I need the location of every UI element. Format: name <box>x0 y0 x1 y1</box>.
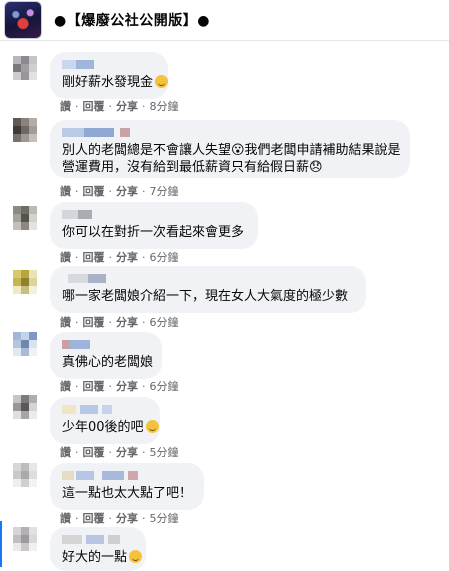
comment-actions: 讚 · 回覆 · 分享 · 6分鐘 <box>60 314 179 330</box>
reply-button[interactable]: 回覆 <box>83 249 105 265</box>
laughing-face-icon <box>129 550 143 563</box>
comment-timestamp[interactable]: 8分鐘 <box>150 98 179 114</box>
reply-button[interactable]: 回覆 <box>83 444 105 460</box>
comment-timestamp[interactable]: 7分鐘 <box>150 183 179 199</box>
comment-text: 好大的一點 <box>62 549 143 566</box>
like-button[interactable]: 讚 <box>60 510 71 526</box>
like-button[interactable]: 讚 <box>60 444 71 460</box>
commenter-name-blurred[interactable] <box>62 470 192 483</box>
comment-bubble: 少年00後的吧 <box>50 397 160 444</box>
comment-text: 剛好薪水發現金 <box>62 74 169 91</box>
commenter-name-blurred[interactable] <box>62 59 156 72</box>
commenter-name-blurred[interactable] <box>62 273 354 286</box>
comment-timestamp[interactable]: 6分鐘 <box>150 249 179 265</box>
commenter-name-blurred[interactable] <box>62 339 150 352</box>
comment-text: 這一點也太大點了吧！ <box>62 486 193 501</box>
avatar[interactable] <box>13 56 37 80</box>
share-button[interactable]: 分享 <box>116 444 138 460</box>
avatar[interactable] <box>13 206 37 230</box>
comment-actions: 讚 · 回覆 · 分享 · 5分鐘 <box>60 444 179 460</box>
comment-text: 你可以在對折一次看起來會更多 <box>62 225 245 240</box>
avatar[interactable] <box>13 527 37 551</box>
group-title[interactable]: ●【爆廢公社公開版】● <box>54 10 210 30</box>
comment-bubble: 這一點也太大點了吧！ <box>50 463 204 510</box>
avatar[interactable] <box>13 270 37 294</box>
comment-timestamp[interactable]: 5分鐘 <box>150 444 179 460</box>
comment-actions: 讚 · 回覆 · 分享 · 7分鐘 <box>60 183 179 199</box>
comment-timestamp[interactable]: 6分鐘 <box>150 314 179 330</box>
comment-bubble: 剛好薪水發現金 <box>50 52 169 99</box>
reply-button[interactable]: 回覆 <box>83 98 105 114</box>
share-button[interactable]: 分享 <box>116 314 138 330</box>
share-button[interactable]: 分享 <box>116 249 138 265</box>
thread-indicator <box>0 521 2 567</box>
avatar[interactable] <box>13 332 37 356</box>
like-button[interactable]: 讚 <box>60 378 71 394</box>
reply-button[interactable]: 回覆 <box>83 314 105 330</box>
avatar[interactable] <box>13 118 37 142</box>
comment-text: 別人的老闆總是不會讓人失望😮我們老闆申請補助結果說是營運費用，沒有給到最低薪資只… <box>62 143 401 175</box>
comment-bubble: 哪一家老闆娘介紹一下，現在女人大氣度的極少數 <box>50 266 366 313</box>
like-button[interactable]: 讚 <box>60 98 71 114</box>
group-header: ●【爆廢公社公開版】● <box>0 0 449 41</box>
comment-timestamp[interactable]: 5分鐘 <box>150 510 179 526</box>
comment-text: 少年00後的吧 <box>62 419 159 436</box>
comment-bubble: 你可以在對折一次看起來會更多 <box>50 202 258 249</box>
comment-actions: 讚 · 回覆 · 分享 · 6分鐘 <box>60 249 179 265</box>
comment-actions: 讚 · 回覆 · 分享 · 5分鐘 <box>60 510 179 526</box>
comment-text: 哪一家老闆娘介紹一下，現在女人大氣度的極少數 <box>62 289 349 304</box>
like-button[interactable]: 讚 <box>60 314 71 330</box>
commenter-name-blurred[interactable] <box>62 404 148 417</box>
share-button[interactable]: 分享 <box>116 98 138 114</box>
reply-button[interactable]: 回覆 <box>83 183 105 199</box>
comment-text: 真佛心的老闆娘 <box>62 355 154 370</box>
comment-bubble: 真佛心的老闆娘 <box>50 332 162 379</box>
like-button[interactable]: 讚 <box>60 183 71 199</box>
comment-bubble: 別人的老闆總是不會讓人失望😮我們老闆申請補助結果說是營運費用，沒有給到最低薪資只… <box>50 120 410 178</box>
commenter-name-blurred[interactable] <box>62 209 246 222</box>
avatar[interactable] <box>13 463 37 487</box>
comment-timestamp[interactable]: 6分鐘 <box>150 378 179 394</box>
comment-bubble: 好大的一點 <box>50 527 146 571</box>
share-button[interactable]: 分享 <box>116 510 138 526</box>
smirking-face-icon <box>145 420 159 433</box>
avatar[interactable] <box>13 395 37 419</box>
reply-button[interactable]: 回覆 <box>83 510 105 526</box>
comment-actions: 讚 · 回覆 · 分享 · 6分鐘 <box>60 378 179 394</box>
group-avatar[interactable] <box>4 1 42 39</box>
share-button[interactable]: 分享 <box>116 183 138 199</box>
share-button[interactable]: 分享 <box>116 378 138 394</box>
comment-actions: 讚 · 回覆 · 分享 · 8分鐘 <box>60 98 179 114</box>
like-button[interactable]: 讚 <box>60 249 71 265</box>
commenter-name-blurred[interactable] <box>62 127 398 140</box>
slightly-smiling-face-icon <box>155 75 169 88</box>
reply-button[interactable]: 回覆 <box>83 378 105 394</box>
commenter-name-blurred[interactable] <box>62 534 134 547</box>
